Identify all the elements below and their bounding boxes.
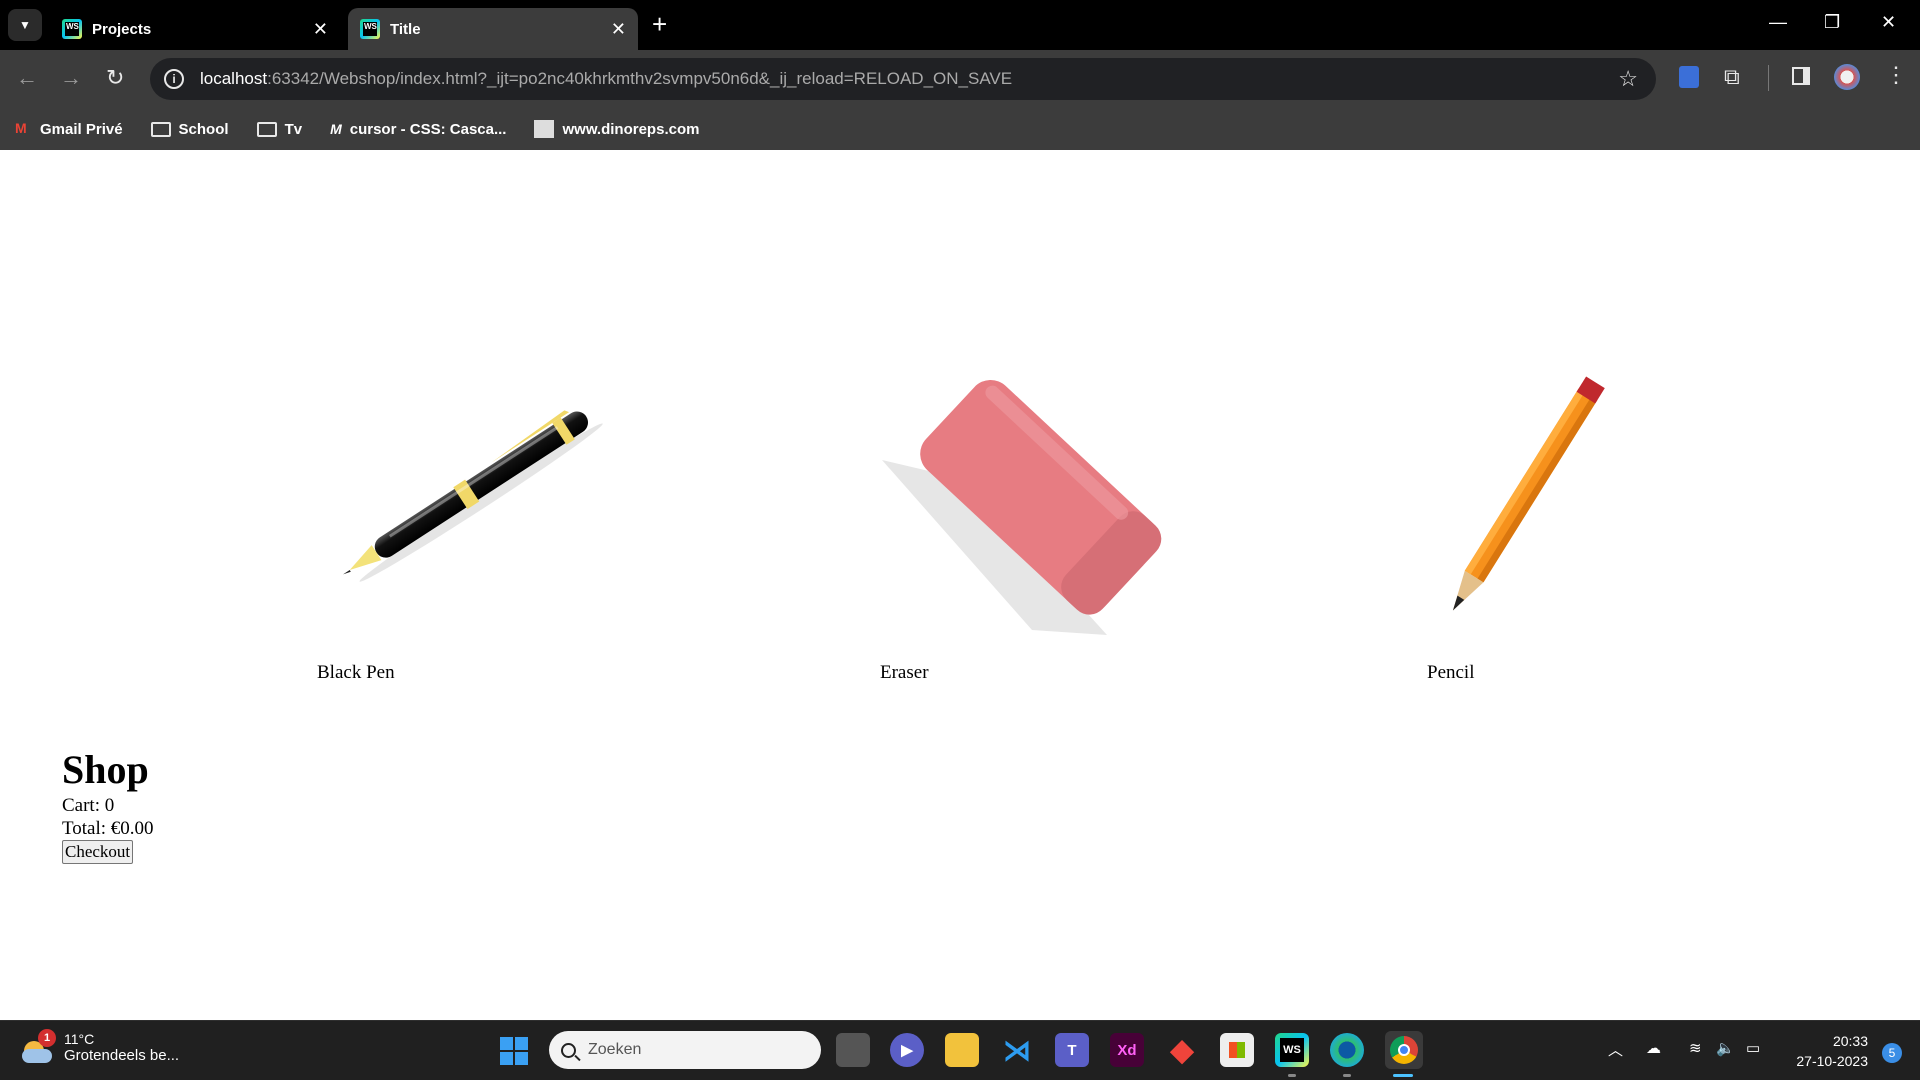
bookmarks-bar: Gmail Privé School Tv M cursor - CSS: Ca… [0,108,1920,150]
new-tab-button[interactable]: + [652,10,667,38]
notification-badge[interactable]: 5 [1882,1043,1902,1063]
weather-widget[interactable]: 1 11°C Grotendeels be... [20,1028,180,1064]
menu-dots-icon[interactable]: ⋮ [1885,62,1907,88]
chevron-down-icon: ▼ [19,18,31,32]
wifi-icon[interactable]: ≋ [1689,1039,1702,1057]
side-panel-icon[interactable] [1792,67,1810,85]
app-running-indicator [1343,1074,1351,1077]
forward-icon[interactable]: → [60,65,82,91]
site-icon [534,120,555,138]
tab-bar: ▼ WS Projects ✕ WS Title ✕ + — ❐ ✕ [0,0,1920,50]
bookmark-dinoreps[interactable]: www.dinoreps.com [534,120,699,138]
bookmark-label: School [178,120,229,138]
url-text[interactable]: localhost:63342/Webshop/index.html?_ijt=… [200,69,1012,89]
cursor-icon: M [330,121,342,137]
gmail-icon [14,120,32,136]
info-icon[interactable]: i [164,69,184,89]
address-bar[interactable]: i localhost:63342/Webshop/index.html?_ij… [150,58,1656,100]
anydesk-icon[interactable]: ◆ [1165,1033,1199,1067]
folder-icon [150,121,171,137]
weather-badge: 1 [38,1028,56,1047]
product-name: Eraser [880,662,929,683]
cart-count: Cart: 0 [62,795,115,816]
folder-icon [256,121,277,137]
back-icon[interactable]: ← [16,65,38,91]
tab-title[interactable]: WS Title ✕ [348,8,638,50]
weather-temp: 11°C [64,1031,95,1047]
bookmark-gmail[interactable]: Gmail Privé [14,120,123,138]
weather-desc: Grotendeels be... [64,1047,180,1064]
product-name: Black Pen [317,662,395,683]
close-icon[interactable]: ✕ [313,19,328,40]
close-window-icon[interactable]: ✕ [1881,12,1896,33]
product-name: Pencil [1427,662,1475,683]
tab-search-button[interactable]: ▼ [8,9,42,41]
close-icon[interactable]: ✕ [611,19,626,40]
clock-time: 20:33 [1832,1033,1868,1049]
chrome-icon[interactable] [1385,1031,1423,1069]
clock-date: 27-10-2023 [1796,1053,1868,1069]
cart-total: Total: €0.00 [62,818,154,839]
page-content: Black Pen Eraser Pencil Shop Cart: 0 Tot… [0,150,1920,1020]
edge-icon[interactable] [1330,1033,1364,1067]
search-icon [561,1042,576,1058]
bookmark-star-icon[interactable]: ☆ [1618,66,1638,92]
bookmark-label: cursor - CSS: Casca... [349,120,507,138]
pencil-icon[interactable] [1420,355,1620,660]
onedrive-icon[interactable]: ☁ [1646,1039,1661,1057]
webstorm-icon: WS [62,19,82,39]
clock[interactable]: 20:33 27-10-2023 [1796,1031,1868,1071]
minimize-icon[interactable]: — [1769,12,1787,33]
bookmark-label: www.dinoreps.com [562,120,700,138]
bookmark-label: Tv [284,120,303,138]
taskbar: 1 11°C Grotendeels be... Zoeken ▶ ⋊ T Xd… [0,1020,1920,1080]
app-running-indicator [1288,1074,1296,1077]
teams-icon[interactable]: T [1055,1033,1089,1067]
meet-icon[interactable]: ▶ [890,1033,924,1067]
extensions-puzzle-icon[interactable]: ⧉ [1724,64,1740,90]
restore-icon[interactable]: ❐ [1824,12,1840,33]
tab-label: Projects [92,20,152,38]
bookmark-tv[interactable]: Tv [256,120,303,138]
webstorm-icon: WS [360,19,380,39]
webstorm-icon[interactable]: WS [1275,1033,1309,1067]
toolbar: ← → ↻ i localhost:63342/Webshop/index.ht… [0,50,1920,108]
profile-avatar[interactable] [1834,64,1860,90]
toolbar-divider [1768,65,1769,91]
vscode-icon[interactable]: ⋊ [1000,1033,1034,1067]
bookmark-cursor[interactable]: M cursor - CSS: Casca... [330,121,506,138]
battery-icon[interactable]: ▭ [1746,1039,1760,1057]
task-view-icon[interactable] [836,1033,870,1067]
app-active-indicator [1393,1074,1413,1077]
shop-title: Shop [62,747,149,792]
reload-icon[interactable]: ↻ [106,65,124,91]
bookmark-school[interactable]: School [150,120,229,138]
search-placeholder: Zoeken [588,1041,642,1058]
chevron-up-icon[interactable]: ︿ [1608,1039,1623,1060]
eraser-icon[interactable] [872,340,1182,660]
weather-cloud-icon: 1 [20,1028,56,1063]
taskbar-search[interactable]: Zoeken [549,1031,821,1069]
extension-shield-icon[interactable] [1679,66,1699,88]
pen-icon[interactable] [318,375,628,605]
volume-muted-icon[interactable]: 🔈 [1716,1039,1735,1057]
tab-label: Title [390,20,421,38]
file-explorer-icon[interactable] [945,1033,979,1067]
start-icon[interactable] [500,1037,528,1065]
tab-projects[interactable]: WS Projects ✕ [50,8,340,50]
xd-icon[interactable]: Xd [1110,1033,1144,1067]
store-icon[interactable] [1220,1033,1254,1067]
checkout-button[interactable]: Checkout [62,840,134,864]
bookmark-label: Gmail Privé [40,120,123,138]
